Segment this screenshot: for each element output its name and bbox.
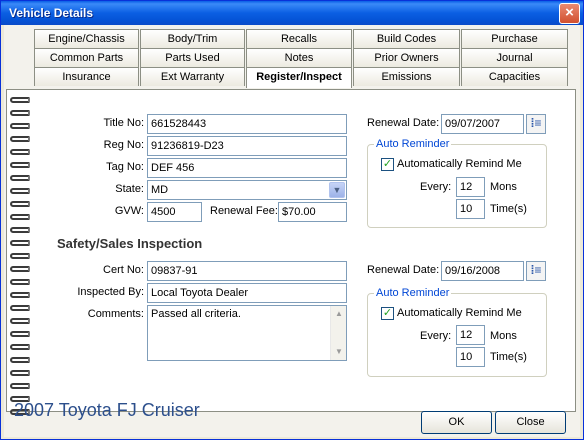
spiral-ring [10, 162, 30, 168]
inspection-auto-remind-checkbox[interactable]: ✓ [381, 307, 394, 320]
checkmark-icon: ✓ [382, 158, 393, 170]
tab-body-trim[interactable]: Body/Trim [140, 29, 245, 48]
tab-common-parts[interactable]: Common Parts [34, 48, 139, 67]
tab-register-inspect[interactable]: Register/Inspect [246, 67, 352, 88]
tab-notes[interactable]: Notes [246, 48, 352, 67]
window-title: Vehicle Details [9, 6, 94, 20]
spiral-ring [10, 266, 30, 272]
title-bar[interactable]: Vehicle Details × [1, 1, 583, 25]
spiral-ring [10, 279, 30, 285]
spiral-ring [10, 253, 30, 259]
reg-no-label: Reg No: [103, 139, 144, 151]
scroll-down-arrow-icon[interactable]: ▼ [331, 344, 347, 360]
spiral-ring [10, 97, 30, 103]
state-label: State: [115, 183, 144, 195]
close-button[interactable]: Close [495, 411, 566, 434]
tab-prior-owners[interactable]: Prior Owners [353, 48, 460, 67]
times-unit-label: Time(s) [490, 203, 527, 215]
gvw-field[interactable]: 4500 [147, 202, 202, 222]
spiral-ring [10, 344, 30, 350]
spiral-binding [4, 89, 34, 419]
spiral-ring [10, 357, 30, 363]
comments-label: Comments: [87, 308, 144, 320]
inspection-every-label: Every: [420, 330, 452, 342]
times-field[interactable]: 10 [456, 199, 485, 219]
vehicle-name-caption: 2007 Toyota FJ Cruiser [14, 400, 200, 420]
spiral-ring [10, 175, 30, 181]
inspection-times-field[interactable]: 10 [456, 347, 485, 367]
every-unit-label: Mons [490, 181, 517, 193]
spiral-ring [10, 110, 30, 116]
spiral-ring [10, 331, 30, 337]
tab-recalls[interactable]: Recalls [246, 29, 352, 48]
comments-textarea[interactable]: Passed all criteria. ▲ ▼ [147, 305, 347, 361]
inspection-times-unit-label: Time(s) [490, 351, 527, 363]
tag-no-field[interactable]: DEF 456 [147, 158, 347, 178]
tab-capacities[interactable]: Capacities [461, 67, 568, 86]
inspection-every-unit-label: Mons [490, 330, 517, 342]
spiral-ring [10, 370, 30, 376]
tab-build-codes[interactable]: Build Codes [353, 29, 460, 48]
tab-parts-used[interactable]: Parts Used [140, 48, 245, 67]
renewal-fee-field[interactable]: $70.00 [278, 202, 347, 222]
renewal-fee-label: Renewal Fee: [210, 205, 278, 217]
tab-engine-chassis[interactable]: Engine/Chassis [34, 29, 139, 48]
ok-button[interactable]: OK [421, 411, 492, 434]
inspected-by-label: Inspected By: [77, 286, 144, 298]
notebook-frame: Engine/Chassis Body/Trim Recalls Build C… [4, 25, 580, 437]
title-no-field[interactable]: 661528443 [147, 114, 347, 134]
gvw-label: GVW: [114, 205, 144, 217]
every-field[interactable]: 12 [456, 177, 485, 197]
auto-remind-label: Automatically Remind Me [397, 158, 522, 170]
spiral-ring [10, 292, 30, 298]
spiral-ring [10, 240, 30, 246]
spiral-ring [10, 383, 30, 389]
spiral-ring [10, 227, 30, 233]
auto-reminder-legend: Auto Reminder [374, 138, 452, 150]
close-icon: × [565, 4, 574, 21]
inspection-renewal-date-label: Renewal Date: [367, 264, 440, 276]
inspected-by-field[interactable]: Local Toyota Dealer [147, 283, 347, 303]
spiral-ring [10, 318, 30, 324]
renewal-date-label: Renewal Date: [367, 117, 440, 129]
comments-scrollbar[interactable]: ▲ ▼ [330, 306, 346, 360]
scroll-up-arrow-icon[interactable]: ▲ [331, 306, 347, 322]
reg-no-field[interactable]: 91236819-D23 [147, 136, 347, 156]
state-select[interactable]: MD ▼ [147, 180, 347, 200]
spiral-ring [10, 214, 30, 220]
auto-remind-checkbox[interactable]: ✓ [381, 158, 394, 171]
spiral-ring [10, 305, 30, 311]
inspection-auto-remind-label: Automatically Remind Me [397, 307, 522, 319]
inspection-every-field[interactable]: 12 [456, 325, 485, 345]
cert-no-field[interactable]: 09837-91 [147, 261, 347, 281]
inspection-section-title: Safety/Sales Inspection [57, 236, 203, 251]
window-close-button[interactable]: × [559, 3, 580, 24]
spiral-ring [10, 136, 30, 142]
comments-text: Passed all criteria. [151, 308, 241, 320]
inspection-auto-reminder-legend: Auto Reminder [374, 287, 452, 299]
cert-no-label: Cert No: [103, 264, 144, 276]
inspection-renewal-date-field[interactable]: 09/16/2008 [441, 261, 524, 281]
title-no-label: Title No: [103, 117, 144, 129]
tab-purchase[interactable]: Purchase [461, 29, 568, 48]
calendar-icon[interactable]: ⁞≡ [526, 114, 546, 134]
tab-ext-warranty[interactable]: Ext Warranty [140, 67, 245, 86]
spiral-ring [10, 201, 30, 207]
tab-journal[interactable]: Journal [461, 48, 568, 67]
state-value: MD [151, 184, 169, 196]
every-label: Every: [420, 181, 452, 193]
calendar-icon[interactable]: ⁞≡ [526, 261, 546, 281]
spiral-ring [10, 149, 30, 155]
chevron-down-icon[interactable]: ▼ [329, 182, 345, 198]
vehicle-details-window: Vehicle Details × Engine/Chassis Body/Tr… [0, 0, 584, 440]
tag-no-label: Tag No: [106, 161, 144, 173]
spiral-ring [10, 188, 30, 194]
checkmark-icon: ✓ [382, 307, 393, 319]
tab-emissions[interactable]: Emissions [353, 67, 460, 86]
tab-insurance[interactable]: Insurance [34, 67, 139, 86]
spiral-ring [10, 123, 30, 129]
renewal-date-field[interactable]: 09/07/2007 [441, 114, 524, 134]
